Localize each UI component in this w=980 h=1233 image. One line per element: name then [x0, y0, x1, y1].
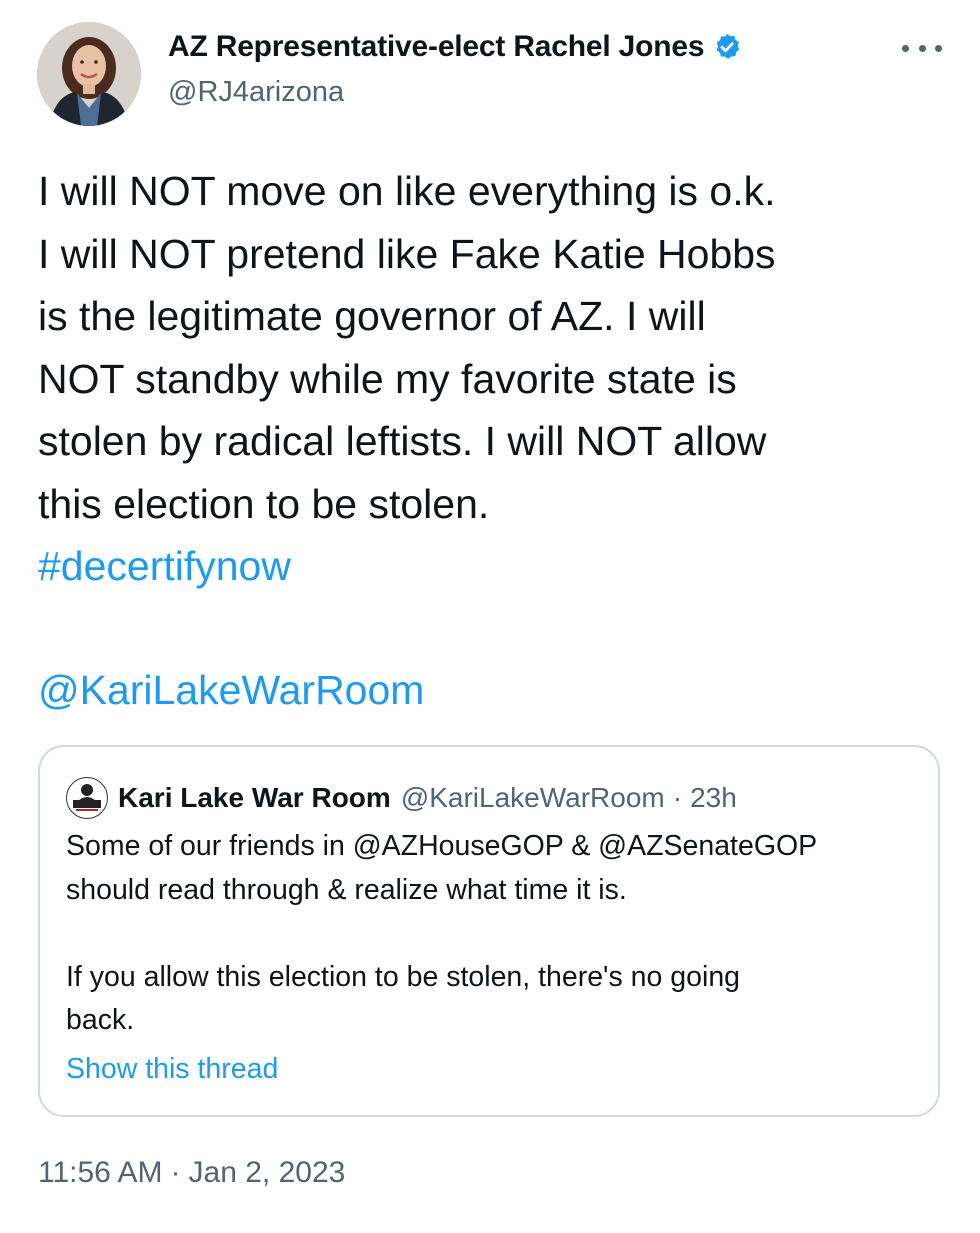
quote-body-line: Some of our friends in @AZHouseGOP & @AZ… — [66, 830, 818, 862]
tweet-text-line: I will NOT pretend like Fake Katie Hobbs — [38, 230, 776, 277]
author-avatar[interactable] — [37, 22, 141, 126]
timestamp-date: Jan 2, 2023 — [188, 1156, 346, 1189]
tweet-text-line: NOT standby while my favorite state is — [38, 355, 737, 402]
quote-body-line: should read through & realize what time … — [66, 873, 627, 906]
tweet-text: I will NOT move on like everything is o.… — [38, 160, 958, 535]
tweet-text-line: I will NOT move on like everything is o.… — [38, 168, 776, 214]
quote-author-name[interactable]: Kari Lake War Room — [118, 782, 391, 814]
author-display-name[interactable]: AZ Representative-elect Rachel Jones — [168, 30, 705, 64]
author-handle[interactable]: @RJ4arizona — [168, 76, 344, 109]
tweet-text-line: is the legitimate governor of AZ. I will — [38, 293, 706, 339]
hashtag-link[interactable]: #decertifynow — [38, 535, 291, 597]
quote-body-spacer — [66, 912, 916, 956]
show-thread-link[interactable]: Show this thread — [66, 1053, 278, 1086]
tweet-text-line: stolen by radical leftists. I will NOT a… — [38, 418, 767, 464]
quote-time[interactable]: 23h — [690, 782, 737, 814]
quote-author-avatar[interactable] — [66, 777, 108, 819]
timestamp-time: 11:56 AM — [38, 1156, 163, 1189]
tweet-text-line: this election to be stolen. — [38, 480, 490, 527]
quote-body-line: If you allow this election to be stolen,… — [66, 960, 741, 993]
tweet: AZ Representative-elect Rachel Jones @RJ… — [0, 0, 980, 1233]
quote-separator: · — [672, 782, 683, 813]
timestamp-separator: · — [170, 1156, 181, 1189]
quote-header: Kari Lake War Room @KariLakeWarRoom · 23… — [66, 777, 737, 819]
quote-body: Some of our friends in @AZHouseGOP & @AZ… — [66, 825, 916, 1043]
quote-tweet-card[interactable]: Kari Lake War Room @KariLakeWarRoom · 23… — [38, 745, 940, 1117]
tweet-timestamp[interactable]: 11:56 AM · Jan 2, 2023 — [38, 1156, 345, 1190]
quote-body-line: back. — [66, 1004, 135, 1036]
mention-link[interactable]: @KariLakeWarRoom — [38, 659, 424, 721]
verified-badge-icon — [712, 32, 742, 62]
author-name-row: AZ Representative-elect Rachel Jones — [168, 30, 742, 64]
more-options-icon[interactable] — [902, 36, 942, 60]
quote-author-handle[interactable]: @KariLakeWarRoom — [401, 782, 665, 814]
